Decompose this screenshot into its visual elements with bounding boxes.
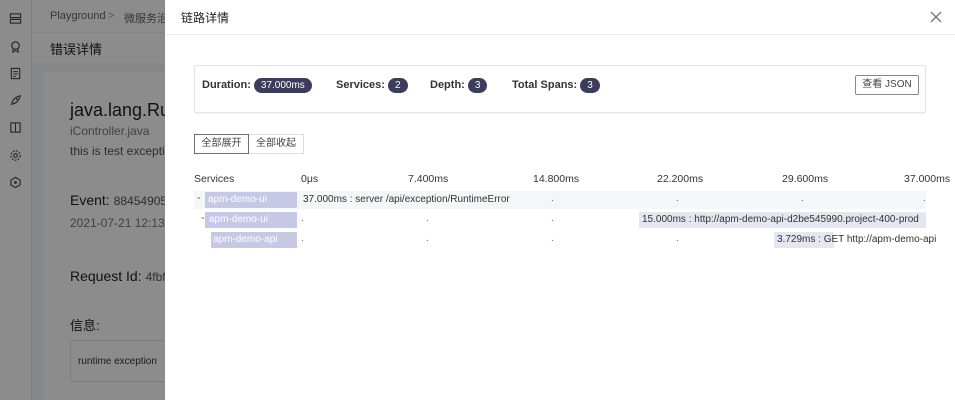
column-header-tick: 7.400ms — [408, 173, 449, 185]
drawer-title: 链路详情 — [181, 11, 230, 25]
duration-badge: 37.000ms — [253, 78, 312, 93]
expand-all-button[interactable]: 全部展开 — [194, 134, 249, 154]
duration-label: Duration: — [202, 79, 251, 91]
spans-stat: Total Spans: 3 — [512, 78, 600, 93]
depth-stat: Depth: 3 — [430, 78, 488, 93]
tick-dot: . — [301, 213, 304, 224]
drawer-header: 链路详情 — [165, 0, 955, 35]
collapse-all-button[interactable]: 全部收起 — [249, 134, 304, 154]
depth-label: Depth: — [430, 79, 465, 91]
tick-dot: . — [551, 213, 554, 224]
tick-dot: . — [801, 193, 804, 204]
column-header-tick: 37.000ms — [904, 173, 951, 185]
view-json-button[interactable]: 查看 JSON — [855, 75, 919, 95]
span-toggle[interactable]: - — [197, 192, 201, 204]
column-header-tick: 22.200ms — [657, 173, 704, 185]
column-header-tick: 14.800ms — [533, 173, 580, 185]
tick-dot: . — [551, 193, 554, 204]
depth-badge: 3 — [467, 78, 488, 93]
duration-stat: Duration: 37.000ms — [202, 78, 312, 93]
modal-mask[interactable] — [0, 0, 165, 400]
span-row[interactable]: - apm-demo-ui 37.000ms : server /api/exc… — [194, 191, 926, 209]
service-tag: apm-demo-ui — [205, 192, 297, 208]
close-icon[interactable] — [929, 10, 943, 24]
column-header-tick: 0μs — [301, 173, 319, 185]
span-label: 15.000ms : http://apm-demo-api-d2be54599… — [642, 214, 919, 225]
span-label: 37.000ms : server /api/exception/Runtime… — [303, 194, 510, 205]
tick-dot: . — [426, 213, 429, 224]
services-badge: 2 — [387, 78, 408, 93]
tick-dot: . — [426, 233, 429, 244]
tick-dot: . — [551, 233, 554, 244]
tick-dot: . — [923, 193, 926, 204]
tick-dot: . — [676, 193, 679, 204]
spans-badge: 3 — [580, 78, 600, 93]
service-tag: apm-demo-ui — [205, 212, 297, 228]
spans-label: Total Spans: — [512, 79, 578, 91]
service-tag: apm-demo-api — [211, 232, 297, 248]
column-header-tick: 29.600ms — [782, 173, 829, 185]
tick-dot: . — [301, 233, 304, 244]
span-row[interactable]: - apm-demo-ui . . . 15.000ms : http://ap… — [194, 211, 926, 229]
trace-summary: Duration: 37.000ms Services: 2 Depth: 3 Tot… — [194, 65, 926, 113]
span-row[interactable]: apm-demo-api . . . . 3.729ms : GET http:… — [194, 231, 936, 249]
column-header-services: Services — [194, 173, 235, 185]
trace-detail-drawer: 链路详情 Duration: 37.000ms Services: 2 Depth:… — [165, 0, 955, 400]
span-label: 3.729ms : GET http://apm-demo-api — [777, 234, 937, 245]
services-stat: Services: 2 — [336, 78, 408, 93]
services-label: Services: — [336, 79, 385, 91]
tick-dot: . — [676, 233, 679, 244]
